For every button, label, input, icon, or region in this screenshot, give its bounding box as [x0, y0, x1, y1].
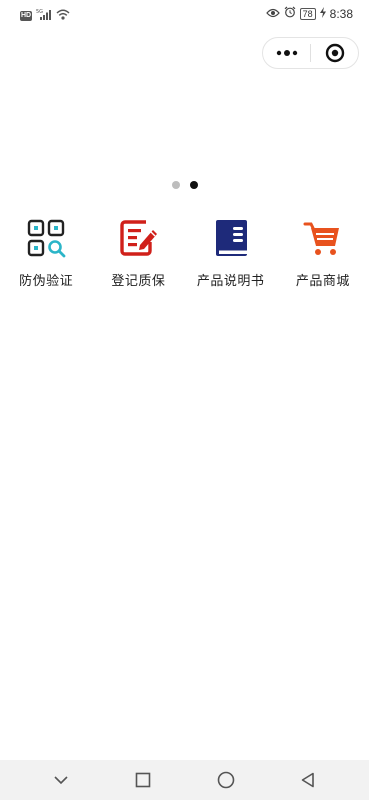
collapse-button[interactable] — [41, 760, 81, 800]
menu-label: 产品商城 — [295, 274, 350, 289]
network-label: 5G — [36, 9, 43, 15]
menu-item-product-manual[interactable]: 产品说明书 — [185, 218, 277, 289]
charging-icon — [319, 6, 326, 21]
eye-icon — [265, 7, 280, 21]
more-button[interactable] — [263, 38, 310, 68]
chevron-down-icon — [54, 776, 68, 785]
menu-item-anti-counterfeit[interactable]: 防伪验证 — [0, 218, 92, 289]
triangle-back-icon — [301, 772, 314, 788]
more-dots-icon — [276, 50, 297, 56]
target-close-icon — [325, 43, 344, 63]
menu-item-product-mall[interactable]: 产品商城 — [277, 218, 369, 289]
square-icon — [136, 772, 151, 788]
qr-scan-icon — [26, 218, 66, 258]
carousel-indicator — [0, 181, 369, 189]
battery-indicator: 78 — [299, 7, 316, 20]
miniprogram-capsule — [262, 37, 359, 69]
recents-button[interactable] — [123, 760, 163, 800]
circle-home-icon — [217, 771, 234, 789]
cellular-signal-icon: 5G — [36, 7, 52, 25]
status-right: 78 8:38 — [265, 6, 353, 21]
menu-item-warranty[interactable]: 登记质保 — [92, 218, 184, 289]
status-left: HD 5G — [20, 7, 70, 25]
clock-time: 8:38 — [329, 6, 353, 21]
home-button[interactable] — [206, 760, 246, 800]
hd-badge: HD — [20, 11, 33, 21]
alarm-icon — [284, 6, 296, 21]
status-bar: HD 5G 78 8:38 — [0, 0, 369, 28]
manual-book-icon — [211, 218, 251, 258]
carousel-dot-active[interactable] — [189, 181, 198, 189]
wifi-icon — [56, 7, 70, 25]
close-miniprogram-button[interactable] — [311, 38, 358, 68]
edit-note-icon — [118, 218, 158, 258]
shopping-cart-icon — [303, 218, 343, 258]
feature-menu: 防伪验证 登记质保 产品说明书 产品商城 — [0, 218, 369, 289]
menu-label: 登记质保 — [111, 274, 166, 289]
menu-label: 产品说明书 — [196, 274, 265, 289]
menu-label: 防伪验证 — [19, 274, 74, 289]
carousel-dot[interactable] — [171, 181, 180, 189]
system-navigation-bar — [0, 760, 369, 800]
back-button[interactable] — [288, 760, 328, 800]
